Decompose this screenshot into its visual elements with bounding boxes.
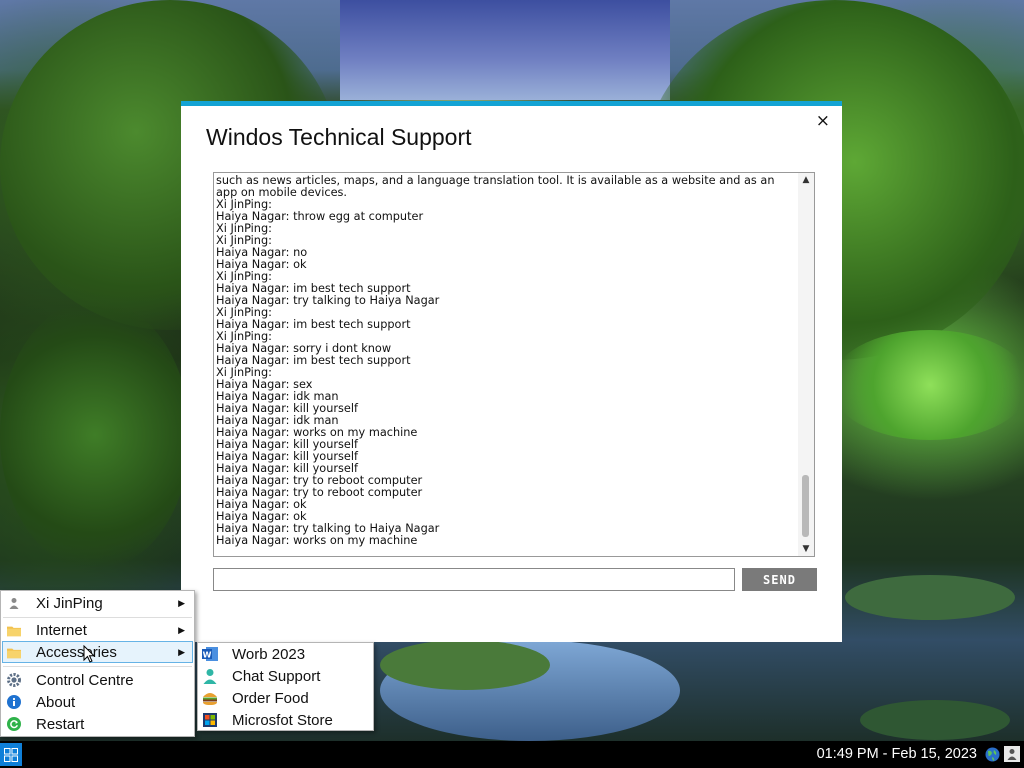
folder-icon: [7, 623, 21, 637]
send-button[interactable]: SEND: [742, 568, 817, 591]
taskbar-clock[interactable]: 01:49 PM - Feb 15, 2023: [817, 746, 977, 762]
info-icon: [7, 695, 21, 709]
chat-log-lines: such as news articles, maps, and a langu…: [216, 175, 794, 547]
close-button[interactable]: ×: [816, 111, 830, 131]
menu-item-control-centre[interactable]: Control Centre: [2, 669, 193, 691]
menu-item-label: Accessories: [36, 643, 117, 661]
word-icon: W: [202, 646, 218, 662]
menu-item-accessories[interactable]: Accessories ▶: [2, 641, 193, 663]
store-icon: [202, 712, 218, 728]
submenu-item-label: Chat Support: [232, 667, 321, 685]
person-icon: [202, 668, 218, 684]
restart-icon: [7, 717, 21, 731]
menu-item-label: Control Centre: [36, 671, 134, 689]
burger-icon: [202, 690, 218, 706]
chat-message: Xi JinPing:: [216, 222, 272, 235]
wallpaper-sky: [340, 0, 670, 100]
submenu-item-label: Order Food: [232, 689, 309, 707]
chat-message: Haiya Nagar: throw egg at computer: [216, 210, 424, 223]
menu-item-label: About: [36, 693, 76, 711]
menu-item-label: Internet: [36, 621, 87, 639]
submenu-arrow-icon: ▶: [178, 646, 185, 657]
menu-item-restart[interactable]: Restart: [2, 713, 193, 735]
submenu-item-microsfot-store[interactable]: Microsfot Store: [199, 709, 372, 731]
menu-item-about[interactable]: About: [2, 691, 193, 713]
window-title: Windos Technical Support: [206, 124, 472, 150]
scroll-down-icon[interactable]: ▼: [798, 542, 814, 556]
svg-text:W: W: [203, 650, 212, 659]
scroll-up-icon[interactable]: ▲: [798, 173, 814, 187]
chat-message: Haiya Nagar: try talking to Haiya Nagar: [216, 294, 440, 307]
user-icon: [7, 596, 21, 610]
submenu-item-label: Worb 2023: [232, 645, 306, 663]
submenu-item-order-food[interactable]: Order Food: [199, 687, 372, 709]
message-input[interactable]: [213, 568, 735, 591]
submenu-arrow-icon: ▶: [178, 624, 185, 635]
chat-message: Haiya Nagar: works on my machine: [216, 534, 418, 547]
chat-message: such as news articles, maps, and a langu…: [216, 174, 779, 199]
tech-support-window: Windos Technical Support × such as news …: [181, 101, 842, 642]
menu-item-label: Xi JinPing: [36, 594, 103, 612]
tray-user-icon[interactable]: [1004, 746, 1020, 762]
submenu-item-label: Microsfot Store: [232, 711, 333, 729]
start-button[interactable]: [0, 743, 22, 766]
folder-icon: [7, 645, 21, 659]
submenu-item-worb-2023[interactable]: W Worb 2023: [199, 643, 372, 665]
menu-item-xi-jinping[interactable]: Xi JinPing ▶: [2, 592, 193, 614]
menu-separator: [3, 666, 192, 667]
taskbar: 01:49 PM - Feb 15, 2023: [0, 741, 1024, 768]
mouse-cursor-icon: [83, 645, 96, 663]
gear-icon: [7, 673, 21, 687]
submenu-arrow-icon: ▶: [178, 597, 185, 608]
menu-separator: [3, 617, 192, 618]
chat-message: Haiya Nagar: ok: [216, 258, 307, 271]
accessories-submenu: W Worb 2023 Chat Support Order Food Micr…: [197, 642, 374, 731]
start-menu: Xi JinPing ▶ Internet ▶ Accessories ▶ Co…: [0, 590, 195, 737]
chat-message: Haiya Nagar: im best tech support: [216, 354, 411, 367]
globe-icon[interactable]: [985, 747, 1000, 762]
menu-item-internet[interactable]: Internet ▶: [2, 619, 193, 641]
chat-log-scrollbar[interactable]: ▲ ▼: [798, 173, 814, 556]
windows-logo-icon: [4, 747, 18, 762]
scrollbar-thumb[interactable]: [802, 475, 809, 537]
chat-log[interactable]: such as news articles, maps, and a langu…: [213, 172, 815, 557]
menu-item-label: Restart: [36, 715, 85, 733]
submenu-item-chat-support[interactable]: Chat Support: [199, 665, 372, 687]
chat-message: Haiya Nagar: im best tech support: [216, 318, 411, 331]
